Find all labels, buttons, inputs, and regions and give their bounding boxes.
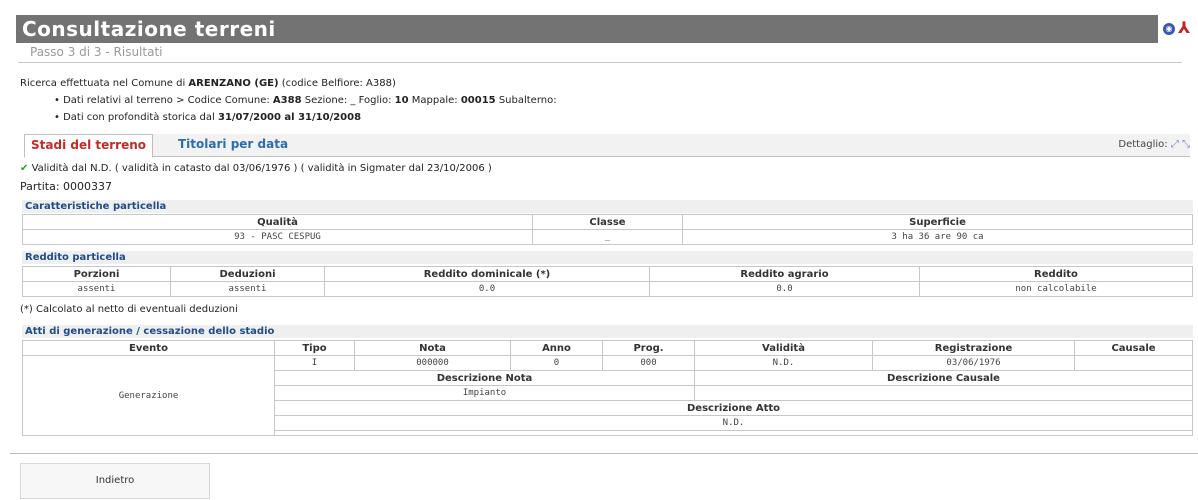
validity-text: Validità dal N.D. ( validità in catasto … <box>31 163 492 174</box>
footnote: (*) Calcolato al netto di eventuali dedu… <box>20 304 238 315</box>
terrain-info-line: • Dati relativi al terreno > Codice Comu… <box>20 92 557 109</box>
desc-nota-header: Descrizione Nota <box>274 370 695 386</box>
atti-title: Atti di generazione / cessazione dello s… <box>22 325 1193 338</box>
column-header: Porzioni <box>22 266 171 282</box>
table-cell: I <box>274 355 355 371</box>
terrain-info-text: • Dati relativi al terreno > Codice Comu… <box>54 95 273 106</box>
table-header-row: Evento Tipo Nota Anno Prog. Validità Reg… <box>22 340 1193 356</box>
tab-titolari-per-data[interactable]: Titolari per data <box>172 134 294 156</box>
detail-controls: Dettaglio: ⤢ ⤡ <box>1118 134 1190 156</box>
column-header: Superficie <box>682 214 1193 230</box>
column-header: Validità <box>694 340 873 356</box>
header-icons: ◉ ⅄ <box>1158 15 1190 43</box>
table-cell: 0.0 <box>649 281 920 297</box>
column-header: Causale <box>1074 340 1193 356</box>
spacer-cell <box>274 430 1193 436</box>
desc-causale-value <box>694 385 1193 401</box>
pdf-icon[interactable]: ⅄ <box>1178 19 1190 37</box>
desc-nota-value: Impianto <box>274 385 695 401</box>
foglio-value: 10 <box>394 95 409 106</box>
column-header: Reddito dominicale (*) <box>324 266 650 282</box>
table-row: 93 - PASC CESPUG _ 3 ha 36 are 90 ca <box>22 229 1193 245</box>
column-header: Classe <box>532 214 683 230</box>
back-button[interactable]: Indietro <box>20 463 210 499</box>
codice-value: A388 <box>272 95 302 106</box>
caratteristiche-title: Caratteristiche particella <box>22 200 1193 213</box>
desc-causale-header: Descrizione Causale <box>694 370 1193 386</box>
reddito-title: Reddito particella <box>22 251 1193 264</box>
desc-atto-value: N.D. <box>274 415 1193 431</box>
table-cell: assenti <box>22 281 171 297</box>
page-header: Consultazione terreni ◉ ⅄ <box>16 15 1190 43</box>
detail-label: Dettaglio: <box>1118 139 1168 150</box>
tab-bar: Stadi del terreno Titolari per data Dett… <box>24 134 1190 158</box>
mappale-value: 00015 <box>460 95 496 106</box>
desc-atto-header: Descrizione Atto <box>274 400 1193 416</box>
search-info: Ricerca effettuata nel Comune di ARENZAN… <box>20 75 557 126</box>
column-header: Evento <box>22 340 275 356</box>
period-info-line: • Dati con profondità storica dal 31/07/… <box>20 109 557 126</box>
column-header: Deduzioni <box>170 266 325 282</box>
period-text: • Dati con profondità storica dal <box>54 112 218 123</box>
validity-line: ✔ Validità dal N.D. ( validità in catast… <box>20 163 492 174</box>
table-cell: 0 <box>510 355 603 371</box>
search-info-text: Ricerca effettuata nel Comune di <box>20 78 189 89</box>
table-cell: non calcolabile <box>919 281 1193 297</box>
period-value: 31/07/2000 al 31/10/2008 <box>217 112 362 123</box>
table-cell: N.D. <box>694 355 873 371</box>
table-cell <box>1074 355 1193 371</box>
column-header: Qualità <box>22 214 533 230</box>
table-row: assenti assenti 0.0 0.0 non calcolabile <box>22 281 1193 297</box>
column-header: Reddito <box>919 266 1193 282</box>
table-cell: _ <box>532 229 683 245</box>
check-icon: ✔ <box>20 163 29 174</box>
table-cell: 0.0 <box>324 281 650 297</box>
atti-table: Evento Tipo Nota Anno Prog. Validità Reg… <box>22 340 1193 436</box>
column-header: Registrazione <box>872 340 1075 356</box>
tab-stadi-terreno[interactable]: Stadi del terreno <box>24 134 154 158</box>
expand-icon[interactable]: ⤢ <box>1171 139 1179 150</box>
comune-value: ARENZANO (GE) <box>188 78 279 89</box>
table-cell: 000000 <box>354 355 511 371</box>
globe-icon[interactable]: ◉ <box>1163 23 1175 35</box>
mappale-text: Mappale: <box>408 95 461 106</box>
column-header: Prog. <box>602 340 695 356</box>
collapse-icon[interactable]: ⤡ <box>1182 139 1190 150</box>
table-cell: 03/06/1976 <box>872 355 1075 371</box>
search-info-line: Ricerca effettuata nel Comune di ARENZAN… <box>20 75 557 92</box>
page-title: Consultazione terreni <box>22 17 276 41</box>
reddito-table: Porzioni Deduzioni Reddito dominicale (*… <box>22 266 1193 297</box>
column-header: Nota <box>354 340 511 356</box>
table-cell: 93 - PASC CESPUG <box>22 229 533 245</box>
evento-cell: Generazione <box>22 355 275 436</box>
step-label: Passo 3 di 3 - Risultati <box>30 45 163 59</box>
table-cell: assenti <box>170 281 325 297</box>
caratteristiche-table: Qualità Classe Superficie 93 - PASC CESP… <box>22 214 1193 245</box>
column-header: Tipo <box>274 340 355 356</box>
sezione-text: Sezione: _ Foglio: <box>301 95 395 106</box>
table-cell: 000 <box>602 355 695 371</box>
table-cell: 3 ha 36 are 90 ca <box>682 229 1193 245</box>
column-header: Reddito agrario <box>649 266 920 282</box>
table-row: Generazione I 000000 0 000 N.D. 03/06/19… <box>22 355 1193 436</box>
subalterno-text: Subalterno: <box>495 95 557 106</box>
column-header: Anno <box>510 340 603 356</box>
belfiore-text: (codice Belfiore: A388) <box>278 78 396 89</box>
table-header-row: Porzioni Deduzioni Reddito dominicale (*… <box>22 266 1193 282</box>
table-header-row: Qualità Classe Superficie <box>22 214 1193 230</box>
step-indicator: Passo 3 di 3 - Risultati <box>18 43 1182 63</box>
partita-label: Partita: 0000337 <box>20 180 113 193</box>
divider <box>10 453 1198 454</box>
